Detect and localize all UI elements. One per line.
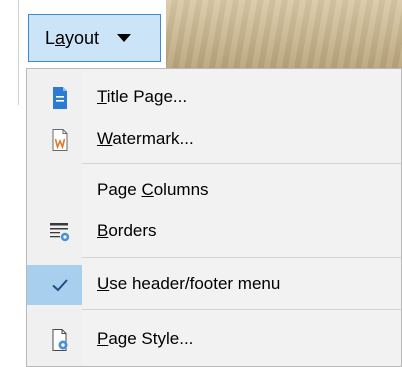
divider — [18, 0, 19, 105]
background-image — [166, 0, 402, 70]
menu-separator — [82, 309, 401, 310]
menu-item-borders[interactable]: Borders — [27, 212, 401, 252]
menu-item-page-columns[interactable]: Page Columns — [27, 171, 401, 211]
menu-item-label: Page Columns — [97, 180, 209, 199]
chevron-down-icon — [117, 34, 132, 42]
borders-icon — [48, 220, 72, 244]
checkmark-icon — [48, 273, 72, 297]
left-edge — [0, 0, 26, 367]
menu-item-page-style[interactable]: Page Style... — [27, 320, 401, 360]
menu-item-use-header-footer-menu[interactable]: Use header/footer menu — [27, 265, 401, 305]
page-style-icon — [48, 328, 72, 352]
watermark-icon — [48, 128, 72, 152]
layout-menu-button[interactable]: Layout — [28, 14, 161, 62]
title-page-icon — [48, 86, 72, 110]
menu-separator — [82, 163, 401, 164]
menu-item-label: Page Style... — [97, 329, 194, 348]
menu-item-label: Use header/footer menu — [97, 274, 281, 293]
menu-item-label: Title Page... — [97, 87, 188, 106]
menu-item-title-page[interactable]: Title Page... — [27, 78, 401, 118]
menu-item-label: Watermark... — [97, 129, 194, 148]
menu-item-label: Borders — [97, 221, 157, 240]
menu-item-watermark[interactable]: Watermark... — [27, 120, 401, 160]
menu-separator — [82, 257, 401, 258]
layout-dropdown-menu: Title Page... Watermark... Page Columns — [26, 68, 402, 367]
layout-menu-label: Layout — [45, 27, 100, 48]
